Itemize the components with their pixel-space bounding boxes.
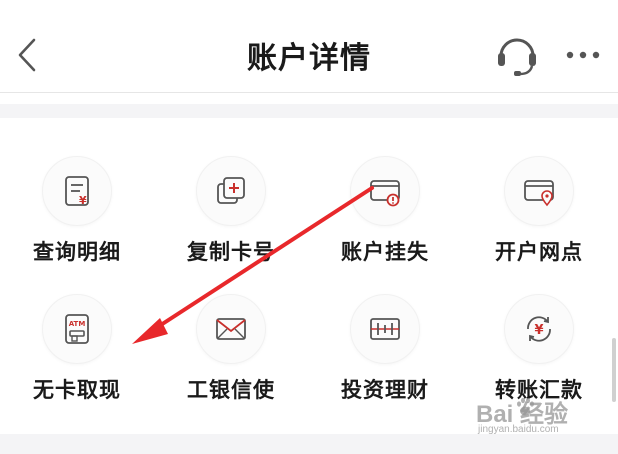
grid-item-copy-card-number[interactable]: 复制卡号	[154, 156, 308, 290]
scrollbar[interactable]	[612, 338, 616, 402]
grid-item-label: 投资理财	[341, 378, 429, 402]
grid-item-report-loss[interactable]: 账户挂失	[308, 156, 462, 290]
headset-icon	[498, 38, 536, 76]
atm-icon-text: ATM	[69, 320, 86, 328]
grid-item-label: 工银信使	[187, 378, 275, 402]
icon-circle	[350, 294, 420, 364]
grid-item-cardless-withdrawal[interactable]: ATM 无卡取现	[0, 294, 154, 428]
grid-item-label: 账户挂失	[341, 240, 429, 264]
grid-item-label: 查询明细	[33, 240, 121, 264]
card-location-icon	[524, 180, 554, 207]
customer-service-button[interactable]	[492, 32, 542, 80]
statement-yuan-icon: ¥	[65, 176, 89, 207]
icon-circle: ¥	[42, 156, 112, 226]
copy-plus-icon	[217, 177, 245, 204]
icon-circle	[504, 156, 574, 226]
grid-item-investment[interactable]: 投资理财	[308, 294, 462, 428]
svg-text:¥: ¥	[534, 323, 543, 338]
watermark-url: jingyan.baidu.com	[478, 424, 559, 435]
card-warning-icon	[370, 180, 400, 207]
section-separator	[0, 104, 618, 118]
chart-bars-icon	[370, 318, 400, 340]
paw-icon	[517, 397, 534, 416]
icon-circle	[196, 294, 266, 364]
icon-circle	[350, 156, 420, 226]
atm-icon: ATM	[65, 314, 89, 344]
grid-item-label: 开户网点	[495, 240, 583, 264]
svg-text:¥: ¥	[79, 194, 87, 207]
baidu-jingyan-watermark: Bai 经验 jingyan.baidu.com	[476, 394, 616, 440]
grid-item-transaction-details[interactable]: ¥ 查询明细	[0, 156, 154, 290]
header-bar: 账户详情	[0, 0, 618, 92]
header-divider	[0, 92, 618, 93]
grid-item-branch-outlet[interactable]: 开户网点	[462, 156, 616, 290]
more-dots-icon	[566, 51, 600, 59]
icon-circle: ATM	[42, 294, 112, 364]
grid-item-icbc-messenger[interactable]: 工银信使	[154, 294, 308, 428]
icon-circle: ¥	[504, 294, 574, 364]
more-button[interactable]	[560, 40, 610, 70]
envelope-icon	[216, 318, 246, 340]
grid-item-label: 复制卡号	[187, 240, 275, 264]
transfer-yuan-icon: ¥	[527, 316, 551, 342]
icon-circle	[196, 156, 266, 226]
grid-item-label: 无卡取现	[33, 378, 121, 402]
